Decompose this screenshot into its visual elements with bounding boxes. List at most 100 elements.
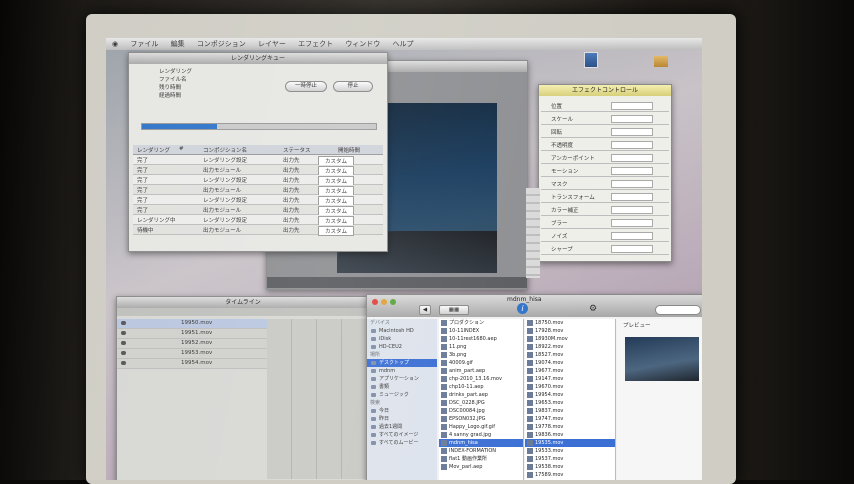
property-value-field[interactable] xyxy=(611,102,653,110)
property-value-field[interactable] xyxy=(611,154,653,162)
file-list-item[interactable]: DSC00084.jpg xyxy=(439,407,523,415)
file-list-item[interactable]: 18527.mov xyxy=(525,351,615,359)
col-header-number[interactable]: # xyxy=(179,146,184,152)
render-queue-row[interactable]: 完了 レンダリング設定 出力先 カスタム xyxy=(133,175,383,186)
file-list-item[interactable]: Happy_Logo.gif.gif xyxy=(439,423,523,431)
effect-property-row[interactable]: アンカーポイント xyxy=(541,151,669,164)
row-format-dropdown[interactable]: カスタム xyxy=(318,226,355,236)
render-queue-row[interactable]: 待機中 出力モジュール 出力先 カスタム xyxy=(133,225,383,236)
desktop-folder-icon[interactable] xyxy=(654,56,668,67)
file-list-item[interactable]: 19653.mov xyxy=(525,399,615,407)
file-list-item[interactable]: 18930M.mov xyxy=(525,335,615,343)
effect-property-row[interactable]: ノイズ xyxy=(541,229,669,242)
file-list-item[interactable]: 10-11INDEX xyxy=(439,327,523,335)
search-input[interactable] xyxy=(655,305,701,315)
eye-icon[interactable] xyxy=(121,361,126,365)
file-list-item[interactable]: 11.png xyxy=(439,343,523,351)
file-list-item[interactable]: 18922.mov xyxy=(525,343,615,351)
file-list-item[interactable]: 17589.mov xyxy=(525,471,615,479)
sidebar-item[interactable]: iDisk xyxy=(367,335,437,343)
file-list-item[interactable]: drinks_part.aep xyxy=(439,391,523,399)
effect-property-row[interactable]: 回転 xyxy=(541,125,669,138)
property-value-field[interactable] xyxy=(611,232,653,240)
render-queue-row[interactable]: 完了 出力モジュール 出力先 カスタム xyxy=(133,205,383,216)
property-value-field[interactable] xyxy=(611,128,653,136)
sidebar-item[interactable]: すべてのムービー xyxy=(367,439,437,447)
file-list-item[interactable]: DSC_0228.JPG xyxy=(439,399,523,407)
file-list-item[interactable]: 19538.mov xyxy=(525,463,615,471)
file-list-item[interactable]: 19537.mov xyxy=(525,455,615,463)
apple-menu-icon[interactable]: ◉ xyxy=(112,40,118,48)
effect-property-row[interactable]: ブラー xyxy=(541,216,669,229)
sidebar-item[interactable]: ミュージック xyxy=(367,391,437,399)
back-icon[interactable]: ◀ xyxy=(419,305,431,315)
window-minimize-button[interactable] xyxy=(381,299,387,305)
property-value-field[interactable] xyxy=(611,180,653,188)
file-list-item[interactable]: 19836.mov xyxy=(525,431,615,439)
file-list-item[interactable]: 19778.mov xyxy=(525,423,615,431)
file-list-item[interactable]: 19147.mov xyxy=(525,375,615,383)
file-list-item[interactable]: 19535.mov xyxy=(525,439,615,447)
menu-edit[interactable]: 編集 xyxy=(171,40,185,48)
stop-render-button[interactable]: 停止 xyxy=(333,81,373,92)
col-header-comp-name[interactable]: コンポジション名 xyxy=(203,146,247,154)
file-list-item[interactable]: 3b.png xyxy=(439,351,523,359)
file-list-item[interactable]: 19074.mov xyxy=(525,359,615,367)
pause-render-button[interactable]: 一時停止 xyxy=(285,81,327,92)
render-dialog-titlebar[interactable]: レンダリングキュー xyxy=(129,53,387,64)
effect-property-row[interactable]: 不透明度 xyxy=(541,138,669,151)
eye-icon[interactable] xyxy=(121,321,126,325)
info-icon[interactable]: i xyxy=(517,303,528,314)
effect-panel-titlebar[interactable]: エフェクトコントロール xyxy=(539,85,671,96)
file-list-item[interactable]: 17928.mov xyxy=(525,327,615,335)
file-list-item[interactable]: flat1 動画作業所 xyxy=(439,455,523,463)
col-header-render[interactable]: レンダリング xyxy=(137,146,170,154)
file-list-item[interactable]: anim_part.aep xyxy=(439,367,523,375)
property-value-field[interactable] xyxy=(611,167,653,175)
render-queue-row[interactable]: 完了 レンダリング設定 出力先 カスタム xyxy=(133,155,383,166)
menu-layer[interactable]: レイヤー xyxy=(258,40,286,48)
render-queue-row[interactable]: 完了 出力モジュール 出力先 カスタム xyxy=(133,185,383,196)
col-header-status[interactable]: ステータス xyxy=(283,146,311,154)
effect-property-row[interactable]: スケール xyxy=(541,112,669,125)
sidebar-item[interactable]: mdnm xyxy=(367,367,437,375)
sidebar-item[interactable]: 過去1週間 xyxy=(367,423,437,431)
eye-icon[interactable] xyxy=(121,331,126,335)
sidebar-item[interactable]: 今日 xyxy=(367,407,437,415)
file-list-item[interactable]: chp10-11.aep xyxy=(439,383,523,391)
property-value-field[interactable] xyxy=(611,245,653,253)
file-list-item[interactable]: INDEX-FORMATION xyxy=(439,447,523,455)
effect-property-row[interactable]: マスク xyxy=(541,177,669,190)
effect-property-row[interactable]: モーション xyxy=(541,164,669,177)
file-list-item[interactable]: 19837.mov xyxy=(525,407,615,415)
property-value-field[interactable] xyxy=(611,141,653,149)
file-list-item[interactable]: 19533.mov xyxy=(525,447,615,455)
timeline-titlebar[interactable]: タイムライン xyxy=(117,297,369,308)
action-gear-icon[interactable]: ⚙ xyxy=(589,304,597,314)
file-list-item[interactable]: chp-2010_13.16.mov xyxy=(439,375,523,383)
file-list-item[interactable]: Mov_parl.aep xyxy=(439,463,523,471)
file-list-item[interactable]: 40009.gif xyxy=(439,359,523,367)
view-column-icon[interactable]: ▦▦ xyxy=(439,305,469,315)
render-queue-row[interactable]: 完了 出力モジュール 出力先 カスタム xyxy=(133,165,383,176)
sidebar-item[interactable]: すべてのイメージ xyxy=(367,431,437,439)
file-list-item[interactable]: 18750.mov xyxy=(525,319,615,327)
eye-icon[interactable] xyxy=(121,341,126,345)
property-value-field[interactable] xyxy=(611,193,653,201)
render-queue-row[interactable]: レンダリング中 レンダリング設定 出力先 カスタム xyxy=(133,215,383,226)
sidebar-item[interactable]: 書類 xyxy=(367,383,437,391)
property-value-field[interactable] xyxy=(611,206,653,214)
menu-help[interactable]: ヘルプ xyxy=(393,40,414,48)
col-header-start[interactable]: 開始時間 xyxy=(338,146,360,154)
file-list-item[interactable]: 4 sanny grad.jpg xyxy=(439,431,523,439)
file-list-item[interactable]: 19954.mov xyxy=(525,391,615,399)
sidebar-item[interactable]: デスクトップ xyxy=(367,359,437,367)
menu-effect[interactable]: エフェクト xyxy=(298,40,333,48)
sidebar-item[interactable]: 昨日 xyxy=(367,415,437,423)
file-list-item[interactable]: mdnm_hisa xyxy=(439,439,523,447)
file-list-item[interactable]: 10-11rest1680.aep xyxy=(439,335,523,343)
sidebar-item[interactable]: アプリケーション xyxy=(367,375,437,383)
file-list-item[interactable]: 19747.mov xyxy=(525,415,615,423)
file-list-item[interactable]: 19677.mov xyxy=(525,367,615,375)
file-list-item[interactable]: プロダクション xyxy=(439,319,523,327)
